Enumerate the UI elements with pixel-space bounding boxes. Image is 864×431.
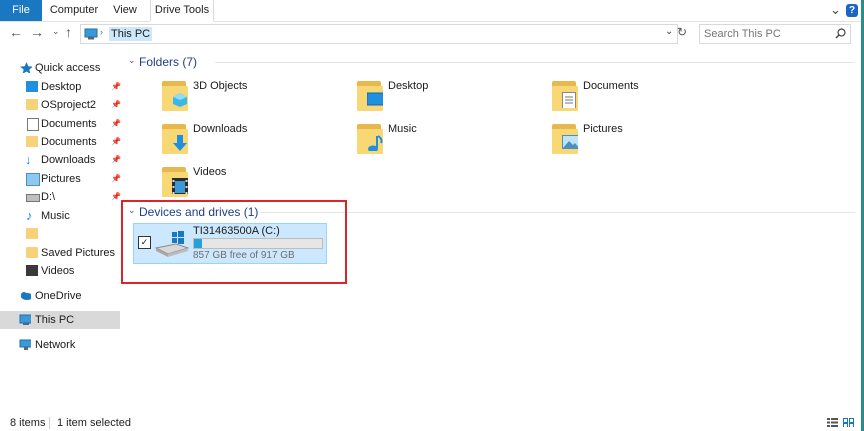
pin-icon[interactable]: 📌: [111, 151, 121, 169]
search-input[interactable]: [700, 25, 830, 43]
annotation-highlight: [121, 200, 347, 284]
folder-icon: [26, 228, 38, 239]
nav-item-videos[interactable]: Videos: [0, 262, 120, 280]
nav-network[interactable]: Network: [0, 336, 120, 354]
folder-icon: [26, 247, 38, 258]
ribbon: File Computer View Drive Tools ⌄ ?: [0, 0, 861, 22]
forward-arrow-icon[interactable]: →: [30, 24, 44, 40]
breadcrumb-this-pc[interactable]: This PC: [109, 27, 153, 41]
group-divider: [215, 62, 855, 63]
pin-icon[interactable]: 📌: [111, 78, 121, 96]
expand-ribbon-icon[interactable]: ⌄: [830, 2, 841, 18]
nav-this-pc[interactable]: This PC: [0, 311, 120, 329]
nav-item-pictures[interactable]: Pictures 📌: [0, 170, 121, 188]
nav-item-documents-2[interactable]: Documents 📌: [0, 133, 121, 151]
videos-icon: [26, 265, 38, 276]
nav-item-documents[interactable]: Documents 📌: [0, 115, 121, 133]
tab-computer[interactable]: Computer: [46, 0, 102, 21]
videos-icon: [158, 164, 188, 198]
download-arrow-icon: ↓: [25, 152, 32, 167]
pictures-icon: [548, 121, 578, 155]
3d-objects-icon: [158, 78, 188, 112]
folder-downloads[interactable]: Downloads: [158, 121, 348, 161]
collapse-chevron-icon[interactable]: ⌄: [128, 55, 136, 66]
this-pc-icon: [84, 28, 98, 40]
nav-item-desktop[interactable]: Desktop 📌: [0, 78, 121, 96]
folder-desktop[interactable]: Desktop: [353, 78, 543, 118]
folder-icon: [26, 99, 38, 110]
tab-view[interactable]: View: [106, 0, 144, 21]
status-item-count: 8 items: [10, 417, 46, 429]
help-icon[interactable]: ?: [846, 4, 858, 17]
group-divider: [260, 212, 855, 213]
folder-music[interactable]: Music: [353, 121, 543, 161]
back-arrow-icon[interactable]: ←: [9, 24, 23, 40]
search-box[interactable]: [699, 24, 851, 44]
folder-pictures[interactable]: Pictures: [548, 121, 738, 161]
tab-file[interactable]: File: [0, 0, 42, 21]
nav-item-downloads[interactable]: ↓ Downloads 📌: [0, 151, 121, 169]
this-pc-icon: [19, 314, 31, 325]
nav-quick-access[interactable]: Quick access: [0, 59, 120, 77]
status-selected: 1 item selected: [57, 417, 131, 429]
pin-icon[interactable]: 📌: [111, 96, 121, 114]
nav-onedrive[interactable]: OneDrive: [0, 287, 120, 305]
recent-locations-icon[interactable]: ⌄: [52, 26, 60, 37]
pin-icon[interactable]: 📌: [111, 133, 121, 151]
pictures-icon: [26, 173, 40, 186]
up-arrow-icon[interactable]: ↑: [65, 24, 72, 40]
network-icon: [19, 339, 31, 350]
folder-videos[interactable]: Videos: [158, 164, 348, 204]
music-note-icon: ♪: [26, 208, 33, 223]
details-view-icon[interactable]: [827, 418, 838, 427]
refresh-icon[interactable]: ↻: [677, 25, 687, 39]
folder-icon: [26, 136, 38, 147]
nav-item-osproject2[interactable]: OSproject2 📌: [0, 96, 121, 114]
folder-documents[interactable]: Documents: [548, 78, 738, 118]
desktop-icon: [353, 78, 383, 112]
music-icon: [353, 121, 383, 155]
large-icons-view-icon[interactable]: [843, 418, 854, 427]
nav-item-saved-pictures[interactable]: Saved Pictures: [0, 244, 120, 262]
folders-group-header[interactable]: Folders (7): [139, 55, 197, 69]
pin-icon[interactable]: 📌: [111, 170, 121, 188]
drive-icon: [26, 194, 40, 202]
address-dropdown-icon[interactable]: ⌄: [665, 26, 673, 37]
cloud-icon: [21, 292, 31, 300]
pin-icon[interactable]: 📌: [111, 188, 121, 206]
downloads-icon: [158, 121, 188, 155]
search-icon[interactable]: [835, 28, 846, 39]
breadcrumb-chevron-icon[interactable]: ›: [100, 27, 103, 37]
documents-icon: [27, 118, 39, 131]
tab-drive-tools[interactable]: Drive Tools: [150, 0, 214, 22]
nav-item-music[interactable]: ♪ Music: [0, 207, 120, 225]
folder-3d-objects[interactable]: 3D Objects: [158, 78, 348, 118]
address-bar[interactable]: › This PC ⌄: [80, 24, 678, 44]
nav-item-d-drive[interactable]: D:\ 📌: [0, 188, 121, 206]
pin-icon[interactable]: 📌: [111, 115, 121, 133]
star-icon: [20, 62, 32, 73]
nav-item-unnamed-folder[interactable]: [0, 225, 120, 243]
status-divider: [49, 417, 50, 429]
desktop-icon: [26, 81, 38, 92]
documents-icon: [548, 78, 578, 112]
